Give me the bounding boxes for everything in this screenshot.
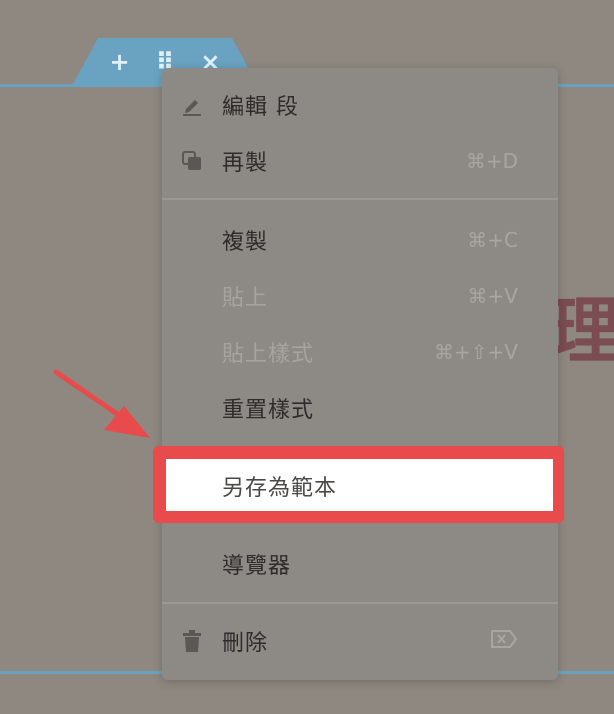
menu-item-label: 導覽器 [222, 554, 292, 579]
shortcut-hint: ⌘+C [467, 228, 518, 252]
menu-item-duplicate[interactable]: 再製 ⌘+D [162, 133, 558, 189]
annotation-arrow-icon [53, 369, 150, 438]
menu-item-label: 再製 [222, 151, 269, 176]
shortcut-hint: ⌘+V [467, 284, 518, 308]
menu-item-reset-style[interactable]: 重置樣式 [162, 380, 558, 436]
menu-divider [162, 602, 558, 604]
menu-item-label: 重置樣式 [222, 398, 315, 423]
pencil-icon [180, 93, 204, 117]
duplicate-icon [180, 149, 204, 173]
menu-item-label: 另存為範本 [222, 476, 338, 501]
menu-item-copy[interactable]: 複製 ⌘+C [162, 212, 558, 268]
menu-item-label: 貼上 [222, 286, 269, 311]
shortcut-hint: ⌘+D [465, 149, 518, 173]
menu-divider [162, 198, 558, 200]
menu-item-label: 刪除 [222, 631, 269, 656]
menu-item-paste-style[interactable]: 貼上樣式 ⌘+⇧+V [162, 324, 558, 380]
delete-key-icon [490, 629, 518, 654]
trash-icon [180, 629, 204, 653]
menu-item-navigator[interactable]: 導覽器 [162, 536, 558, 592]
shortcut-hint: ⌘+⇧+V [434, 340, 518, 364]
context-menu: 編輯 段 再製 ⌘+D 複製 ⌘+C 貼上 ⌘+V 貼上樣式 ⌘+⇧+V 重置樣… [162, 68, 558, 680]
menu-item-edit-section[interactable]: 編輯 段 [162, 77, 558, 133]
menu-item-label: 複製 [222, 230, 269, 255]
menu-item-label: 貼上樣式 [222, 342, 315, 367]
menu-item-delete[interactable]: 刪除 [162, 613, 558, 669]
add-section-icon[interactable]: + [110, 50, 130, 74]
menu-item-paste[interactable]: 貼上 ⌘+V [162, 268, 558, 324]
menu-item-label: 編輯 段 [222, 95, 299, 120]
